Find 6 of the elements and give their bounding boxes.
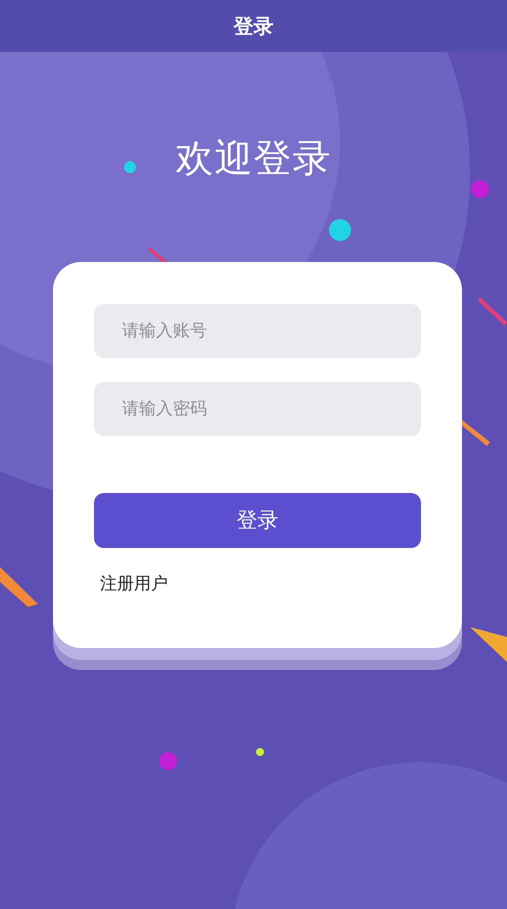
- login-button[interactable]: 登录: [94, 493, 421, 548]
- register-link[interactable]: 注册用户: [100, 574, 168, 594]
- welcome-heading: 欢迎登录: [174, 135, 332, 182]
- account-field[interactable]: 请输入账号: [94, 304, 421, 358]
- password-field[interactable]: 请输入密码: [94, 382, 421, 436]
- page-title: 登录: [234, 13, 274, 40]
